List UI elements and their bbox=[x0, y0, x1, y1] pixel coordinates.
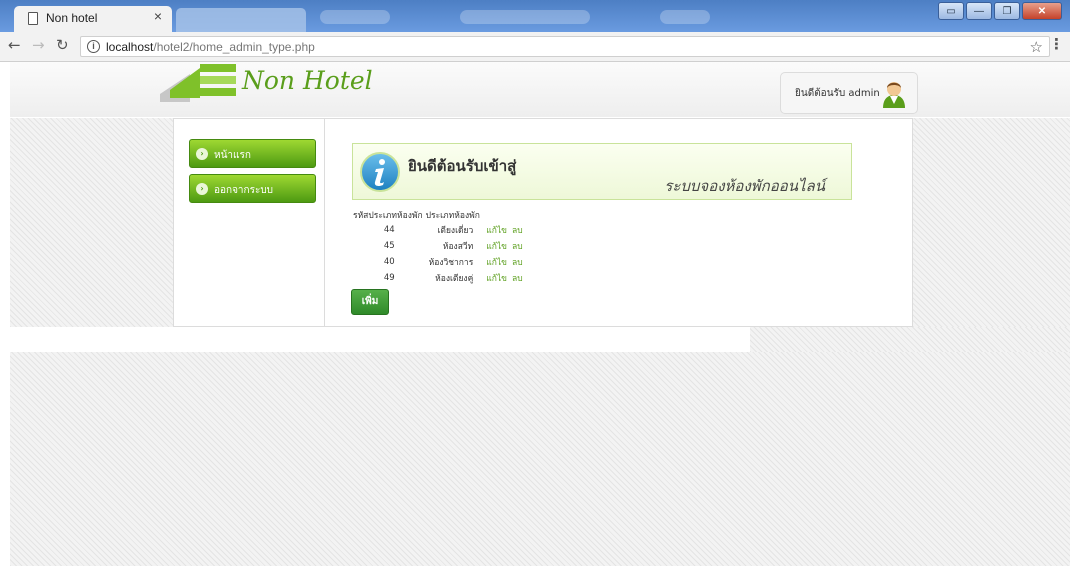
url-text: localhost/hotel2/home_admin_type.php bbox=[106, 40, 315, 54]
background-pattern bbox=[10, 352, 1070, 566]
column-header: รหัสประเภทห้องพัก bbox=[353, 211, 423, 221]
close-window-button[interactable]: ✕ bbox=[1022, 2, 1062, 20]
table-header-row: รหัสประเภทห้องพัก ประเภทห้องพัก bbox=[353, 208, 531, 222]
sidebar: › หน้าแรก › ออกจากระบบ bbox=[174, 119, 325, 326]
table-row: 45 ห้องสวีท แก้ไข ลบ bbox=[353, 238, 531, 254]
background-pattern bbox=[750, 327, 1070, 352]
add-room-type-button[interactable]: เพิ่ม bbox=[351, 289, 389, 315]
background-pattern bbox=[10, 118, 173, 327]
browser-tab-active[interactable]: Non hotel × bbox=[14, 6, 172, 32]
info-icon bbox=[360, 152, 400, 192]
maximize-button[interactable]: ❐ bbox=[994, 2, 1020, 20]
site-info-icon[interactable]: i bbox=[87, 40, 100, 53]
close-tab-icon[interactable]: × bbox=[154, 9, 162, 23]
arrow-right-icon: › bbox=[196, 148, 208, 160]
room-type-name: ห้องวิชาการ bbox=[428, 258, 474, 268]
back-arrow-icon[interactable]: ← bbox=[8, 38, 21, 53]
sidebar-item-logout[interactable]: › ออกจากระบบ bbox=[189, 174, 316, 203]
row-actions: แก้ไข ลบ bbox=[483, 254, 530, 270]
delete-link[interactable]: ลบ bbox=[512, 274, 523, 284]
edit-link[interactable]: แก้ไข bbox=[486, 258, 507, 268]
logo-graphic bbox=[160, 64, 236, 102]
room-type-id: 45 bbox=[383, 241, 395, 251]
site-logo-text[interactable]: Non Hotel bbox=[242, 66, 373, 95]
browser-tab-inactive[interactable] bbox=[176, 8, 306, 32]
info-title: ยินดีต้อนรับเข้าสู่ bbox=[408, 157, 517, 175]
column-header bbox=[483, 208, 530, 222]
browser-tabstrip: Non hotel × ▭ — ❐ ✕ bbox=[0, 0, 1070, 32]
background-pattern bbox=[913, 118, 1070, 327]
welcome-text: ยินดีต้อนรับ admin bbox=[795, 88, 880, 99]
browser-menu-icon[interactable]: ⋮ bbox=[1049, 37, 1064, 52]
page-icon bbox=[28, 12, 38, 25]
footer-bar bbox=[10, 330, 750, 350]
reload-icon[interactable]: ↻ bbox=[56, 38, 69, 53]
room-type-id: 49 bbox=[383, 273, 395, 283]
table-row: 40 ห้องวิชาการ แก้ไข ลบ bbox=[353, 254, 531, 270]
arrow-right-icon: › bbox=[196, 183, 208, 195]
restore-icon[interactable]: ▭ bbox=[938, 2, 964, 20]
minimize-button[interactable]: — bbox=[966, 2, 992, 20]
delete-link[interactable]: ลบ bbox=[512, 242, 523, 252]
room-type-table: รหัสประเภทห้องพัก ประเภทห้องพัก 44 เตียง… bbox=[353, 208, 531, 286]
edit-link[interactable]: แก้ไข bbox=[486, 274, 507, 284]
site-header: Non Hotel ยินดีต้อนรับ admin bbox=[10, 62, 1070, 117]
edit-link[interactable]: แก้ไข bbox=[486, 226, 507, 236]
page-viewport: Non Hotel ยินดีต้อนรับ admin › หน้าแรก ›… bbox=[0, 62, 1070, 566]
blurred-tab[interactable] bbox=[660, 10, 710, 24]
room-type-id: 44 bbox=[383, 225, 395, 235]
room-type-name: เตียงเดี่ยว bbox=[437, 226, 474, 236]
main-container: › หน้าแรก › ออกจากระบบ ยินดีต้อนรับเข้าส… bbox=[173, 118, 913, 327]
sidebar-item-home[interactable]: › หน้าแรก bbox=[189, 139, 316, 168]
window-controls: ▭ — ❐ ✕ bbox=[938, 2, 1062, 20]
forward-arrow-icon[interactable]: → bbox=[32, 38, 45, 53]
room-type-name: ห้องเตียงคู่ bbox=[435, 274, 474, 284]
row-actions: แก้ไข ลบ bbox=[483, 270, 530, 286]
blurred-tab[interactable] bbox=[320, 10, 390, 24]
row-actions: แก้ไข ลบ bbox=[483, 238, 530, 254]
delete-link[interactable]: ลบ bbox=[512, 258, 523, 268]
user-avatar-icon bbox=[883, 82, 905, 108]
table-row: 44 เตียงเดี่ยว แก้ไข ลบ bbox=[353, 222, 531, 238]
blurred-tab[interactable] bbox=[460, 10, 590, 24]
row-actions: แก้ไข ลบ bbox=[483, 222, 530, 238]
address-bar[interactable]: i localhost/hotel2/home_admin_type.php ☆ bbox=[80, 36, 1050, 57]
room-type-name: ห้องสวีท bbox=[442, 242, 474, 252]
table-row: 49 ห้องเตียงคู่ แก้ไข ลบ bbox=[353, 270, 531, 286]
bookmark-star-icon[interactable]: ☆ bbox=[1030, 38, 1043, 56]
delete-link[interactable]: ลบ bbox=[512, 226, 523, 236]
column-header: ประเภทห้องพัก bbox=[425, 211, 480, 221]
sidebar-item-label: หน้าแรก bbox=[214, 150, 251, 161]
tab-title: Non hotel bbox=[46, 11, 98, 25]
user-welcome-box: ยินดีต้อนรับ admin bbox=[780, 72, 918, 114]
sidebar-item-label: ออกจากระบบ bbox=[214, 185, 274, 196]
edit-link[interactable]: แก้ไข bbox=[486, 242, 507, 252]
info-subtitle: ระบบจองห้องพักออนไลน์ bbox=[664, 177, 825, 195]
room-type-id: 40 bbox=[383, 257, 395, 267]
welcome-info-box: ยินดีต้อนรับเข้าสู่ ระบบจองห้องพักออนไลน… bbox=[352, 143, 852, 200]
main-content: ยินดีต้อนรับเข้าสู่ ระบบจองห้องพักออนไลน… bbox=[326, 119, 912, 326]
browser-toolbar: ← → ↻ i localhost/hotel2/home_admin_type… bbox=[0, 32, 1070, 62]
